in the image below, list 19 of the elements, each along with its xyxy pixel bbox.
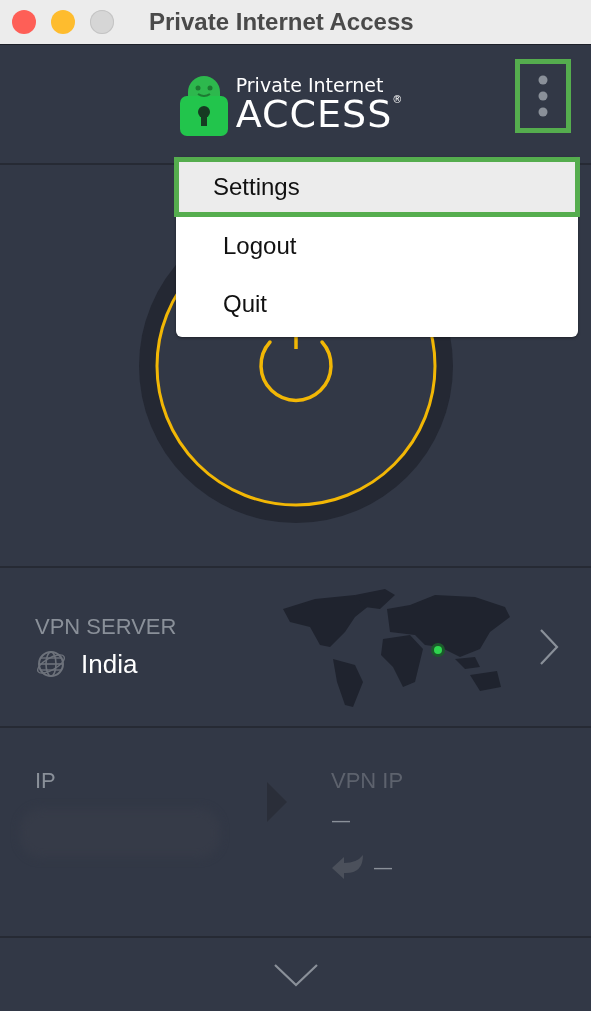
logo-wordmark: ACCESS$^{®}$ (235, 94, 404, 133)
menu-button[interactable] (515, 59, 571, 133)
logo-text: Private Internet (235, 75, 385, 95)
menu-item[interactable]: Settings (174, 157, 580, 217)
chevron-right-icon (537, 627, 561, 667)
server-name: India (81, 648, 138, 680)
server-label: VPN SERVER (35, 614, 178, 640)
ip-label: IP (35, 768, 57, 794)
globe-icon (35, 648, 67, 680)
chevron-down-icon[interactable] (271, 961, 320, 988)
vpn-server-row[interactable]: VPN SERVER India (0, 568, 591, 728)
menu-item[interactable]: Quit (176, 275, 578, 333)
port-value: — (373, 855, 393, 879)
more-icon (538, 74, 548, 118)
return-arrow-icon (331, 854, 365, 880)
close-button[interactable] (12, 10, 36, 34)
menu-item[interactable]: Logout (176, 217, 578, 275)
window-title: Private Internet Access (149, 8, 414, 36)
vpn-ip-value: — (331, 808, 352, 832)
